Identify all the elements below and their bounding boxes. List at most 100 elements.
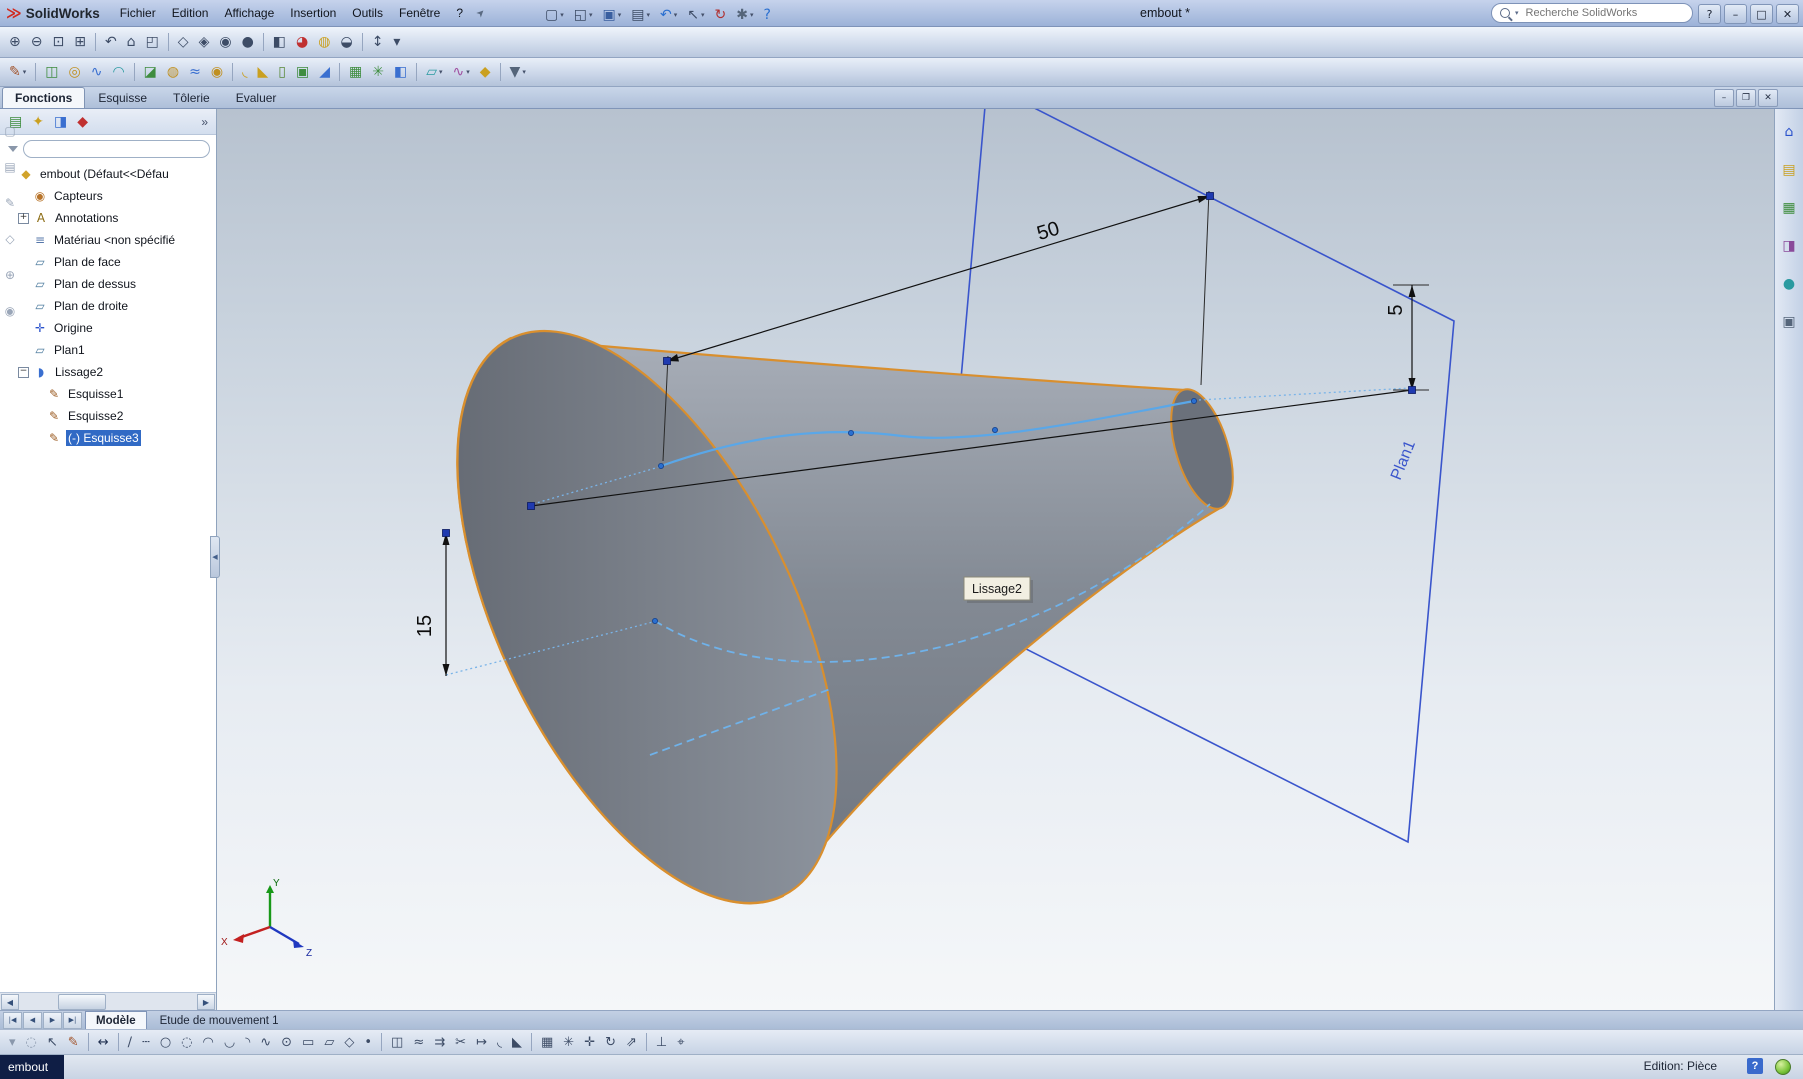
linear-pattern-icon[interactable]: ▦ [345, 60, 366, 84]
vertex-handle[interactable] [663, 357, 671, 365]
mirror-icon[interactable]: ◧ [390, 60, 411, 84]
expand-icon[interactable]: + [18, 212, 29, 224]
spline-point[interactable] [992, 426, 999, 433]
graphics-viewport[interactable]: Plan1 50 15 5 Lissage2 Y X Z [217, 82, 1774, 1010]
tree-item-capteurs[interactable]: ◉ Capteurs [0, 185, 216, 207]
centerline-icon[interactable]: ┄ [138, 1030, 154, 1054]
search-box[interactable]: ▾ [1491, 3, 1693, 23]
quick-snaps-icon[interactable]: ⌖ [673, 1030, 688, 1054]
tree-item-plan-de-dessus[interactable]: ▱ Plan de dessus [0, 273, 216, 295]
line-icon[interactable]: ∕ [124, 1030, 136, 1054]
search-input[interactable] [1523, 6, 1684, 20]
menu-insertion[interactable]: Insertion [282, 1, 344, 25]
help-button[interactable]: ? [1698, 4, 1721, 24]
revolve-cut-icon[interactable]: ◍ [163, 60, 183, 84]
tab-scroll-button[interactable]: ◀ [23, 1011, 42, 1029]
sketch-fillet-icon[interactable]: ◟ [493, 1030, 506, 1054]
swept-cut-icon[interactable]: ≈ [185, 60, 205, 84]
tree-item-lissage2[interactable]: − ◗ Lissage2 [0, 361, 216, 383]
tree-item-esquisse1[interactable]: ✎ Esquisse1 [0, 383, 216, 405]
tree-item-origine[interactable]: ✛ Origine [0, 317, 216, 339]
configurationmanager-icon[interactable]: ◨ [50, 110, 71, 134]
dimension-5[interactable]: 5 [1385, 284, 1429, 391]
dimension-50-text[interactable]: 50 [1034, 217, 1062, 245]
wireframe-icon[interactable]: ◇ [174, 30, 193, 54]
view-orientation-icon[interactable]: ◰ [142, 30, 163, 54]
vertex-handle[interactable] [1206, 192, 1214, 200]
shadows-icon[interactable]: ◒ [336, 30, 356, 54]
spline-icon[interactable]: ∿ [256, 1030, 275, 1054]
parallelogram-icon[interactable]: ▱ [320, 1030, 338, 1054]
new-document-icon[interactable]: ▢ ▾ [541, 3, 568, 27]
tab-etude-de-mouvement-1[interactable]: Etude de mouvement 1 [149, 1011, 290, 1029]
circular-pattern-icon[interactable]: ✳ [368, 60, 388, 84]
design-library-icon[interactable]: ▤ [1778, 158, 1799, 182]
tab-tolerie[interactable]: Tôlerie [160, 87, 223, 108]
menu-item[interactable]: ? [448, 1, 471, 25]
dropdown-caret-icon[interactable]: ▾ [466, 68, 470, 76]
sketch-icon[interactable]: ✎ [64, 1030, 83, 1054]
select-icon[interactable]: ↖ ▾ [683, 3, 708, 27]
convert-entities-icon[interactable]: ⇉ [430, 1030, 449, 1054]
dropdown-caret-icon[interactable]: ▾ [439, 68, 443, 76]
sketch-icon[interactable]: ✎ ▾ [5, 60, 30, 84]
dimension-15[interactable]: 15 [414, 533, 450, 676]
tree-item-plan1[interactable]: ▱ Plan1 [0, 339, 216, 361]
tree-item-materiau-non-specifie[interactable]: ≡ Matériau <non spécifié [0, 229, 216, 251]
perimeter-circle-icon[interactable]: ◌ [177, 1030, 196, 1054]
view-settings-icon[interactable]: ▾ [389, 30, 404, 54]
hole-wizard-icon[interactable]: ◉ [207, 60, 227, 84]
selection-filter-icon[interactable]: ▼ ▾ [506, 60, 530, 84]
doc-restore-button[interactable]: ❐ [1736, 89, 1756, 107]
zoom-in-icon[interactable]: ⊕ [5, 30, 25, 54]
scrollbar-thumb[interactable] [58, 994, 106, 1010]
custom-properties-icon[interactable]: ▣ [1778, 310, 1799, 334]
menu-edition[interactable]: Edition [164, 1, 217, 25]
propertymanager-icon[interactable]: ✦ [28, 110, 48, 134]
ellipse-icon[interactable]: ⊙ [277, 1030, 296, 1054]
spline-point[interactable] [848, 429, 855, 436]
three-point-arc-icon[interactable]: ◝ [241, 1030, 254, 1054]
graphics-area[interactable]: Plan1 50 15 5 Lissage2 Y X Z [217, 82, 1774, 1010]
vertex-handle[interactable] [527, 502, 535, 510]
shaded-icon[interactable]: ● [238, 30, 258, 54]
tree-item-embout-defaut-defau[interactable]: ◆ embout (Défaut<<Défau [0, 163, 216, 185]
tab-scroll-button[interactable]: ▶ [43, 1011, 62, 1029]
rebuild-icon[interactable]: ↻ [711, 3, 731, 27]
shell-icon[interactable]: ▣ [292, 60, 313, 84]
save-icon[interactable]: ▣ ▾ [599, 3, 626, 27]
curves-icon[interactable]: ∿ ▾ [449, 60, 474, 84]
docked-toolbar-icon-2[interactable]: ▤ [0, 155, 19, 179]
smart-dimension-icon[interactable]: ↔ [94, 1030, 113, 1054]
tangent-arc-icon[interactable]: ◡ [220, 1030, 239, 1054]
tree-item-esquisse2[interactable]: ✎ Esquisse2 [0, 405, 216, 427]
pin-menu-icon[interactable]: ➤ [474, 6, 488, 20]
rotate-entities-icon[interactable]: ↻ [601, 1030, 620, 1054]
zoom-to-area-icon[interactable]: ⊞ [70, 30, 90, 54]
undo-icon[interactable]: ↶ ▾ [656, 3, 681, 27]
tab-modele[interactable]: Modèle [85, 1011, 147, 1029]
close-button[interactable]: ✕ [1776, 4, 1799, 24]
temporary-axes-icon[interactable]: ↕ [368, 30, 388, 54]
linear-sketch-pattern-icon[interactable]: ▦ [537, 1030, 557, 1054]
swept-boss-icon[interactable]: ∿ [87, 60, 107, 84]
tab-scroll-button[interactable]: ▶| [63, 1011, 82, 1029]
draft-icon[interactable]: ◢ [315, 60, 334, 84]
revolve-boss-icon[interactable]: ◎ [64, 60, 84, 84]
scale-entities-icon[interactable]: ⇗ [622, 1030, 641, 1054]
fillet-icon[interactable]: ◟ [238, 60, 251, 84]
collapse-icon[interactable]: − [18, 366, 29, 378]
extrude-boss-icon[interactable]: ◫ [41, 60, 62, 84]
mirror-entities-icon[interactable]: ◫ [387, 1030, 407, 1054]
dimension-5-text[interactable]: 5 [1385, 304, 1407, 315]
dropdown-caret-icon[interactable]: ▾ [701, 11, 705, 19]
circle-icon[interactable]: ○ [156, 1030, 175, 1054]
centerpoint-arc-icon[interactable]: ◠ [199, 1030, 218, 1054]
scroll-right-icon[interactable]: ▶ [197, 994, 215, 1010]
tree-item-esquisse3[interactable]: ✎ (-) Esquisse3 [0, 427, 216, 449]
docked-toolbar-icon-4[interactable]: ◇ [1, 227, 18, 251]
sketch-chamfer-icon[interactable]: ◣ [508, 1030, 526, 1054]
previous-view-icon[interactable]: ↶ [101, 30, 121, 54]
move-entities-icon[interactable]: ✛ [580, 1030, 599, 1054]
docked-toolbar-icon-6[interactable]: ◉ [1, 299, 19, 323]
